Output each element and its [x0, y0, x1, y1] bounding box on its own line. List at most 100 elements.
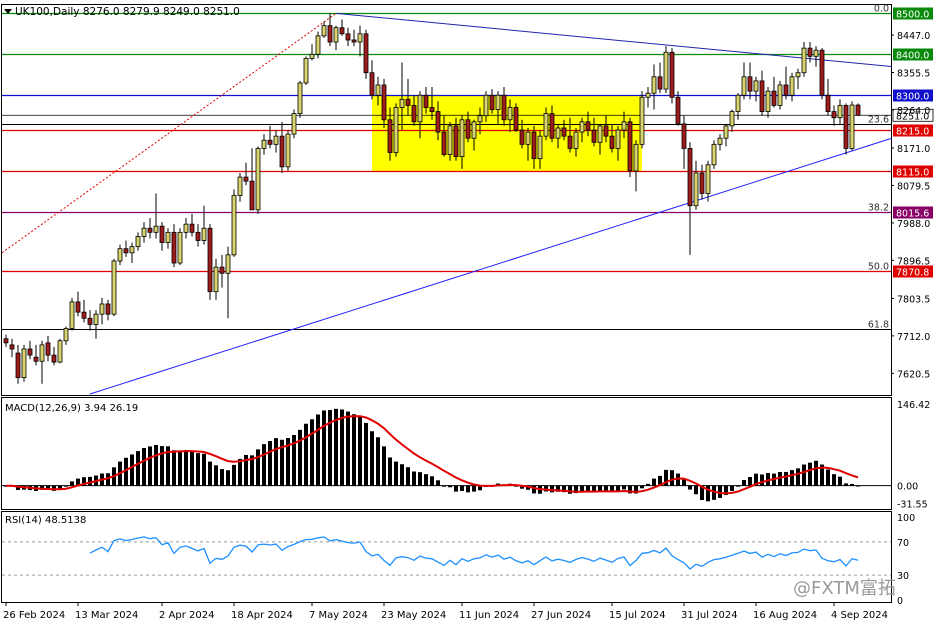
- candle-body: [543, 113, 549, 137]
- macd-bar: [316, 414, 320, 486]
- candle-body: [693, 172, 699, 207]
- date-tick-label: 16 Aug 2024: [753, 610, 817, 621]
- macd-bar: [814, 460, 818, 486]
- candle-body: [27, 348, 33, 356]
- macd-bar: [604, 485, 608, 491]
- macd-bar: [190, 451, 194, 486]
- candle-body: [801, 47, 807, 74]
- candle-body: [123, 248, 129, 254]
- macd-tick-label: 0.00: [897, 482, 918, 493]
- macd-bar: [646, 483, 650, 486]
- candle-body: [105, 303, 111, 315]
- macd-bar: [406, 467, 410, 486]
- candle-body: [93, 313, 99, 325]
- macd-bar: [448, 485, 452, 488]
- macd-bar: [466, 485, 470, 493]
- candle-body: [525, 131, 531, 145]
- macd-bar: [256, 449, 260, 486]
- candle-body: [465, 119, 471, 139]
- candle-body: [513, 107, 519, 131]
- macd-bar: [400, 464, 404, 486]
- candle-body: [747, 76, 753, 92]
- macd-bar: [694, 485, 698, 495]
- candle-body: [627, 121, 633, 172]
- candle-body: [75, 301, 81, 313]
- candle-body: [633, 143, 639, 172]
- candle-body: [225, 254, 231, 274]
- candle-body: [477, 115, 483, 123]
- candle-body: [381, 84, 387, 121]
- price-tick-label: 7712.0: [897, 332, 930, 343]
- candle-body: [99, 303, 105, 315]
- macd-bar: [370, 431, 374, 486]
- macd-bar: [358, 416, 362, 486]
- candle-body: [363, 33, 369, 74]
- macd-bar: [784, 471, 788, 486]
- candle-body: [645, 92, 651, 98]
- candle-body: [651, 76, 657, 94]
- price-tick-label: 7896.5: [897, 256, 930, 267]
- date-tick-label: 23 May 2024: [381, 610, 446, 621]
- candle-body: [207, 227, 213, 293]
- macd-bar: [844, 483, 848, 486]
- candle-body: [759, 80, 765, 112]
- level-tag-label: 8115.0: [896, 168, 929, 179]
- candle-body: [831, 111, 837, 119]
- candle-body: [141, 227, 147, 237]
- candle-body: [201, 227, 207, 241]
- candle-body: [231, 195, 237, 256]
- date-tick-label: 2 Apr 2024: [159, 610, 214, 621]
- macd-bar: [826, 469, 830, 486]
- candle-body: [771, 90, 777, 106]
- candle-body: [783, 84, 789, 96]
- macd-bar: [394, 461, 398, 486]
- candle-body: [585, 121, 591, 131]
- candle-body: [153, 225, 159, 233]
- price-tick-label: 8171.0: [897, 144, 930, 155]
- candle-body: [135, 236, 141, 248]
- chart-canvas[interactable]: 0.023.638.250.061.88500.08400.08300.0821…: [0, 0, 936, 624]
- macd-tick-label: -31.55: [897, 499, 928, 510]
- candle-body: [777, 84, 783, 106]
- macd-bar: [352, 414, 356, 486]
- candle-body: [531, 131, 537, 160]
- level-tag-label: 7870.8: [896, 268, 929, 279]
- candle-body: [573, 131, 579, 149]
- candle-body: [537, 135, 543, 160]
- macd-bar: [202, 453, 206, 486]
- candle-body: [249, 180, 255, 211]
- macd-bar: [70, 481, 74, 486]
- macd-bar: [442, 485, 446, 487]
- macd-bar: [220, 469, 224, 486]
- chart-header: UK100,Daily 8276.0 8279.9 8249.0 8251.0: [15, 6, 240, 18]
- candle-body: [495, 94, 501, 110]
- candle-body: [675, 96, 681, 125]
- macd-bar: [640, 485, 644, 489]
- date-tick-label: 31 Jul 2024: [681, 610, 738, 621]
- candle-body: [357, 33, 363, 43]
- macd-bar: [670, 470, 674, 486]
- candle-body: [63, 328, 69, 342]
- macd-bar: [346, 411, 350, 486]
- macd-bar: [454, 485, 458, 492]
- fib-label: 23.6: [868, 115, 889, 126]
- date-tick-label: 4 Sep 2024: [831, 610, 888, 621]
- date-tick-label: 26 Feb 2024: [3, 610, 65, 621]
- macd-bar: [736, 485, 740, 487]
- rsi-tick-label: 70: [897, 538, 909, 549]
- candle-body: [171, 231, 177, 264]
- macd-bar: [586, 485, 590, 491]
- candle-body: [519, 129, 525, 145]
- macd-bar: [142, 448, 146, 486]
- candle-body: [447, 125, 453, 155]
- candle-body: [705, 164, 711, 194]
- macd-bar: [730, 485, 734, 491]
- candle-body: [339, 27, 345, 35]
- candle-body: [459, 119, 465, 158]
- candle-body: [681, 123, 687, 149]
- candle-body: [183, 223, 189, 233]
- candle-body: [369, 72, 375, 96]
- date-tick-label: 11 Jun 2024: [459, 610, 519, 621]
- candle-body: [429, 107, 435, 112]
- candle-body: [807, 47, 813, 57]
